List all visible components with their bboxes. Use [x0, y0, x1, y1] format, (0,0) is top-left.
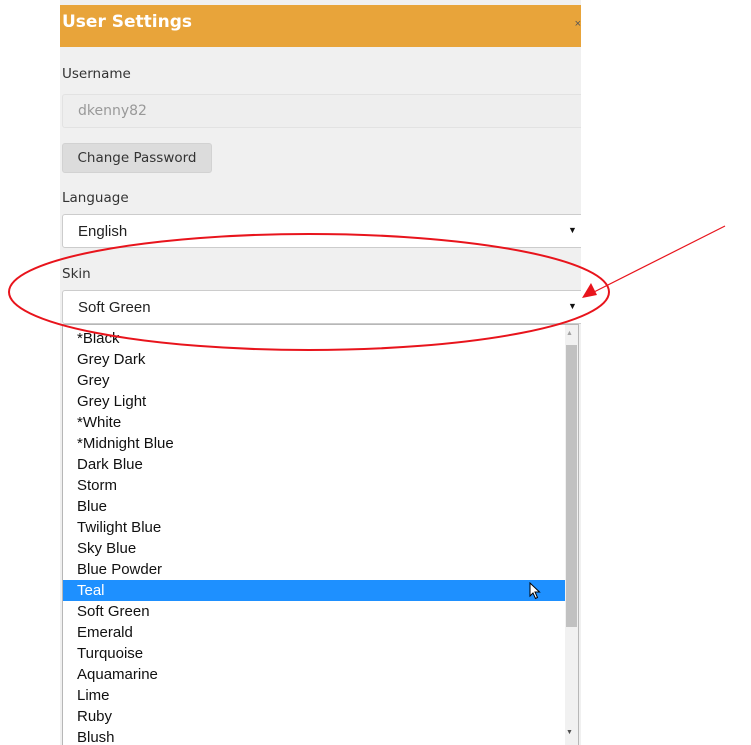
- skin-option[interactable]: Emerald: [63, 622, 565, 643]
- skin-option[interactable]: Twilight Blue: [63, 517, 565, 538]
- scroll-up-icon[interactable]: ▲: [566, 330, 573, 337]
- skin-option[interactable]: Teal: [63, 580, 565, 601]
- arrow-head-icon: [582, 283, 597, 298]
- skin-value: Soft Green: [78, 299, 151, 316]
- skin-option[interactable]: Grey: [63, 370, 565, 391]
- skin-option[interactable]: *Black: [63, 328, 565, 349]
- skin-option[interactable]: Blush: [63, 727, 565, 745]
- dialog-header: User Settings ×: [60, 5, 581, 47]
- dropdown-scrollbar[interactable]: ▲ ▼: [565, 325, 578, 745]
- skin-option[interactable]: Sky Blue: [63, 538, 565, 559]
- skin-option[interactable]: Blue: [63, 496, 565, 517]
- skin-dropdown-list: *Black Grey Dark Grey Grey Light *White *Midn…: [62, 324, 579, 745]
- skin-option[interactable]: Blue Powder: [63, 559, 565, 580]
- language-select[interactable]: English ▼: [62, 214, 581, 248]
- skin-option[interactable]: Storm: [63, 475, 565, 496]
- skin-label: Skin: [62, 266, 91, 282]
- language-value: English: [78, 223, 128, 240]
- scroll-down-icon[interactable]: ▼: [566, 729, 573, 736]
- skin-option[interactable]: Dark Blue: [63, 454, 565, 475]
- caret-down-icon: ▼: [568, 301, 577, 311]
- skin-option[interactable]: Soft Green: [63, 601, 565, 622]
- skin-option[interactable]: Ruby: [63, 706, 565, 727]
- mouse-pointer-icon: [529, 582, 541, 600]
- skin-option[interactable]: *Midnight Blue: [63, 433, 565, 454]
- change-password-button[interactable]: Change Password: [62, 143, 212, 173]
- username-label: Username: [62, 66, 131, 82]
- skin-select[interactable]: Soft Green ▼: [62, 290, 581, 324]
- language-label: Language: [62, 190, 129, 206]
- dialog-title: User Settings: [62, 12, 192, 32]
- skin-option[interactable]: Lime: [63, 685, 565, 706]
- skin-option[interactable]: Aquamarine: [63, 664, 565, 685]
- arrow-icon: [593, 225, 726, 293]
- skin-option[interactable]: Grey Dark: [63, 349, 565, 370]
- skin-option[interactable]: *White: [63, 412, 565, 433]
- skin-option[interactable]: Grey Light: [63, 391, 565, 412]
- user-settings-panel: User Settings × Username Change Password…: [60, 0, 581, 745]
- caret-down-icon: ▼: [568, 225, 577, 235]
- scrollbar-thumb[interactable]: [566, 345, 577, 627]
- close-icon[interactable]: ×: [575, 18, 581, 30]
- username-field[interactable]: [62, 94, 581, 128]
- skin-option[interactable]: Turquoise: [63, 643, 565, 664]
